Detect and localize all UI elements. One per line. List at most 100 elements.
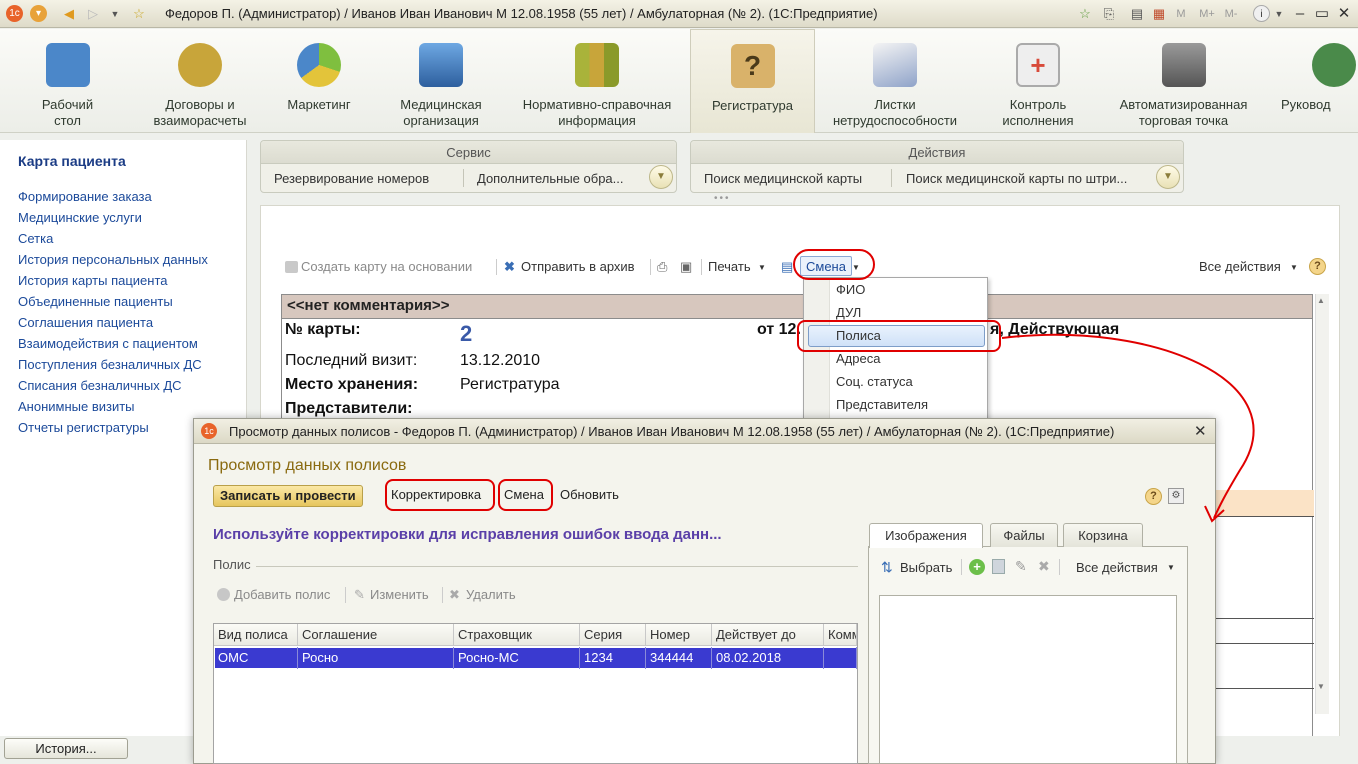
separator: [701, 259, 702, 275]
menu-item-representative[interactable]: Представителя: [836, 397, 928, 412]
table-cell[interactable]: ОМС: [214, 647, 298, 669]
service-item[interactable]: Резервирование номеров: [274, 171, 429, 186]
nav-item[interactable]: Медицинские услуги: [18, 210, 142, 225]
images-all-actions-dropdown-icon[interactable]: ▼: [1167, 563, 1175, 572]
menu-item-social-status[interactable]: Соц. статуса: [836, 374, 913, 389]
info-dropdown-icon[interactable]: ▼: [1270, 5, 1288, 23]
column-header[interactable]: Соглашение: [298, 624, 454, 646]
column-header[interactable]: Комм: [824, 624, 857, 646]
memory-button-2[interactable]: M+: [1194, 5, 1220, 23]
nav-item[interactable]: Взаимодействия с пациентом: [18, 336, 198, 351]
main-menu-icon[interactable]: ▾: [30, 5, 47, 22]
card-line: [1212, 688, 1314, 689]
image-preview-area[interactable]: [879, 595, 1177, 764]
section-registry[interactable]: ? Регистратура: [690, 29, 815, 133]
print-button[interactable]: Печать: [708, 259, 751, 274]
column-header[interactable]: Действует до: [712, 624, 824, 646]
section-medical-org[interactable]: Медицинская организация: [385, 29, 497, 133]
forward-arrow-icon[interactable]: ▷: [84, 5, 102, 23]
menu-item-dul[interactable]: ДУЛ: [836, 305, 861, 320]
add-image-icon[interactable]: +: [969, 559, 985, 575]
delete-policy-button[interactable]: Удалить: [466, 587, 516, 602]
nav-item[interactable]: Формирование заказа: [18, 189, 152, 204]
menu-item-addresses[interactable]: Адреса: [836, 351, 880, 366]
memory-button-1[interactable]: M: [1172, 5, 1190, 23]
calendar-icon[interactable]: ▦: [1150, 5, 1168, 23]
history-button[interactable]: История...: [4, 738, 128, 759]
copy-image-icon[interactable]: [992, 559, 1005, 574]
nav-item[interactable]: История карты пациента: [18, 273, 168, 288]
section-sick-leave[interactable]: Листки нетрудоспособности: [822, 29, 968, 133]
all-actions-button[interactable]: Все действия: [1199, 259, 1281, 274]
add-policy-button[interactable]: Добавить полис: [234, 587, 330, 602]
post-button[interactable]: Записать и провести: [213, 485, 363, 507]
app-logo-icon: 1c: [201, 423, 217, 439]
card-scrollbar[interactable]: ▲ ▼: [1315, 294, 1329, 714]
scroll-up-icon[interactable]: ▲: [1317, 296, 1325, 305]
edit-policy-button[interactable]: Изменить: [370, 587, 429, 602]
create-based-button[interactable]: Создать карту на основании: [301, 259, 472, 274]
separator: [891, 169, 892, 187]
table-cell[interactable]: Росно-МС: [454, 647, 580, 669]
section-desktop[interactable]: Рабочий стол: [20, 29, 115, 133]
maximize-icon[interactable]: ▭: [1312, 4, 1332, 24]
images-all-actions-button[interactable]: Все действия: [1076, 560, 1158, 575]
table-cell[interactable]: Росно: [298, 647, 454, 669]
notes-icon[interactable]: ▤: [1128, 5, 1146, 23]
section-contracts[interactable]: Договоры и взаиморасчеты: [135, 29, 265, 133]
edit-image-icon[interactable]: ✎: [1015, 558, 1027, 575]
action-item[interactable]: Поиск медицинской карты: [704, 171, 862, 186]
select-button[interactable]: Выбрать: [900, 560, 952, 575]
nav-item[interactable]: Сетка: [18, 231, 53, 246]
nav-item[interactable]: Соглашения пациента: [18, 315, 153, 330]
section-reference[interactable]: Нормативно-справочная информация: [508, 29, 686, 133]
section-marketing[interactable]: Маркетинг: [275, 29, 363, 133]
nav-item[interactable]: Объединенные пациенты: [18, 294, 173, 309]
nav-item[interactable]: История персональных данных: [18, 252, 208, 267]
column-header[interactable]: Вид полиса: [214, 624, 298, 646]
card-number-value: 2: [460, 321, 473, 346]
table-cell[interactable]: 1234: [580, 647, 646, 669]
scroll-down-icon[interactable]: ▼: [1317, 682, 1325, 691]
splitter-handle-icon[interactable]: •••: [714, 193, 731, 204]
expand-dropdown-icon[interactable]: ▼: [1156, 165, 1180, 189]
nav-item[interactable]: Анонимные визиты: [18, 399, 135, 414]
column-header[interactable]: Номер: [646, 624, 712, 646]
service-item[interactable]: Дополнительные обра...: [477, 171, 624, 186]
action-item[interactable]: Поиск медицинской карты по штри...: [906, 171, 1127, 186]
print-icon[interactable]: ⎙: [657, 259, 667, 275]
back-arrow-icon[interactable]: ◀: [60, 5, 78, 23]
info-icon[interactable]: i: [1253, 5, 1270, 22]
nav-item[interactable]: Списания безналичных ДС: [18, 378, 182, 393]
expand-dropdown-icon[interactable]: ▼: [649, 165, 673, 189]
column-header[interactable]: Страховщик: [454, 624, 580, 646]
section-label: Контроль исполнения: [1002, 97, 1074, 128]
edit-pencil-icon: ✎: [354, 587, 365, 602]
section-management[interactable]: Руковод: [1276, 29, 1358, 133]
section-pos[interactable]: Автоматизированная торговая точка: [1106, 29, 1261, 133]
column-header[interactable]: Серия: [580, 624, 646, 646]
menu-item-fio[interactable]: ФИО: [836, 282, 865, 297]
all-actions-dropdown-icon[interactable]: ▼: [1290, 263, 1298, 272]
section-control[interactable]: + Контроль исполнения: [992, 29, 1084, 133]
delete-image-icon[interactable]: ✖: [1038, 558, 1050, 575]
table-cell[interactable]: [824, 647, 857, 669]
favorite-star-icon[interactable]: ☆: [130, 5, 148, 23]
archive-button[interactable]: Отправить в архив: [521, 259, 635, 274]
table-cell[interactable]: 344444: [646, 647, 712, 669]
minimize-icon[interactable]: –: [1290, 4, 1310, 24]
memory-button-3[interactable]: M-: [1222, 5, 1240, 23]
link-icon[interactable]: ⎘: [1100, 5, 1118, 23]
table-cell[interactable]: 08.02.2018: [712, 647, 824, 669]
nav-item[interactable]: Отчеты регистратуры: [18, 420, 149, 435]
help-icon[interactable]: ?: [1309, 258, 1326, 275]
print-preview-icon[interactable]: ▣: [680, 259, 692, 275]
tab-images[interactable]: Изображения: [869, 523, 983, 548]
close-icon[interactable]: ✕: [1334, 4, 1354, 24]
add-favorite-icon[interactable]: ☆: [1076, 5, 1094, 23]
print-dropdown-icon[interactable]: ▼: [758, 263, 766, 272]
nav-item[interactable]: Поступления безналичных ДС: [18, 357, 202, 372]
history-dropdown-icon[interactable]: ▼: [106, 5, 124, 23]
refresh-button[interactable]: Обновить: [554, 485, 625, 507]
section-label: Регистратура: [712, 98, 793, 113]
